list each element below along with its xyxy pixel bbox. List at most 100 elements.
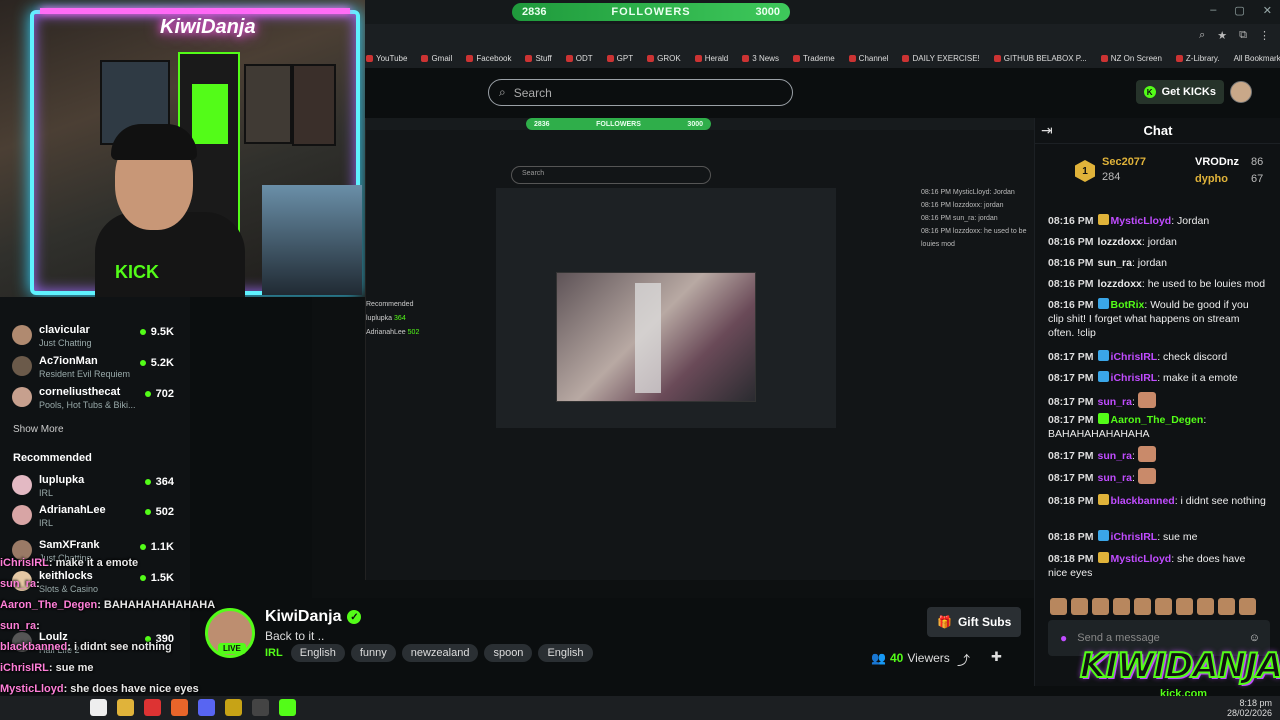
- message-user[interactable]: MysticLloyd: [1111, 553, 1172, 565]
- tag[interactable]: English: [538, 644, 593, 662]
- message-user[interactable]: sun_ra: [1098, 450, 1132, 462]
- all-bookmarks[interactable]: All Bookmarks: [1234, 54, 1280, 63]
- bookmark-item[interactable]: Channel: [848, 54, 888, 63]
- share-icon[interactable]: ⤴: [957, 650, 970, 669]
- close-icon[interactable]: ✕: [1263, 4, 1272, 17]
- bookmark-item[interactable]: Z-Library.: [1175, 54, 1220, 63]
- bookmark-item[interactable]: Gmail: [421, 54, 452, 63]
- message-user[interactable]: MysticLloyd: [1111, 215, 1172, 227]
- bookmark-item[interactable]: Facebook: [466, 54, 511, 63]
- message-user[interactable]: iChrisIRL: [1111, 531, 1158, 543]
- sidebar-channel[interactable]: corneliusthecat Pools, Hot Tubs & Biki...…: [12, 384, 182, 418]
- video-player[interactable]: 2836 FOLLOWERS 3000 Search Recommended lup…: [312, 118, 1034, 598]
- brave-icon[interactable]: [171, 699, 188, 716]
- search-input[interactable]: ⌕ Search: [488, 79, 793, 106]
- tag[interactable]: spoon: [484, 644, 533, 662]
- emote-icon[interactable]: [1197, 598, 1214, 615]
- bookmark-item[interactable]: GPT: [606, 54, 633, 63]
- emote-icon[interactable]: [1218, 598, 1235, 615]
- message-user[interactable]: blackbanned: [1111, 495, 1175, 507]
- sidebar-channel[interactable]: clavicular Just Chatting 9.5K: [12, 322, 182, 356]
- tag[interactable]: English: [290, 644, 345, 662]
- bookmark-icon: [606, 54, 614, 62]
- gift-subs-button[interactable]: 🎁 Gift Subs: [927, 607, 1022, 637]
- emote-icon[interactable]: [1155, 598, 1172, 615]
- maximize-icon[interactable]: ▢: [1234, 4, 1244, 17]
- channel-avatar: [12, 356, 32, 376]
- message-text: : Jordan: [1171, 215, 1210, 227]
- bookmark-icon: [848, 54, 856, 62]
- sidebar-channel[interactable]: luplupka IRL 364: [12, 472, 182, 506]
- message-user[interactable]: lozzdoxx: [1098, 278, 1142, 290]
- message-user[interactable]: iChrisIRL: [1111, 351, 1158, 363]
- kick-icon[interactable]: [279, 699, 296, 716]
- leader-first-name[interactable]: Sec2077: [1102, 156, 1146, 168]
- emote-icon[interactable]: [1239, 598, 1256, 615]
- chat-message: 08:16 PM sun_ra: jordan: [1048, 256, 1266, 270]
- bookmark-item[interactable]: YouTube: [366, 54, 407, 63]
- bookmark-item[interactable]: ODT: [565, 54, 593, 63]
- emote-icon[interactable]: [1113, 598, 1130, 615]
- emote-icon[interactable]: [1092, 598, 1109, 615]
- bookmark-item[interactable]: DAILY EXERCISE!: [902, 54, 980, 63]
- chrome-icon[interactable]: [144, 699, 161, 716]
- bookmark-item[interactable]: Herald: [694, 53, 729, 63]
- user-avatar[interactable]: [1230, 81, 1252, 103]
- message-user[interactable]: sun_ra: [1098, 396, 1132, 408]
- message-time: 08:18 PM: [1048, 531, 1094, 543]
- tag[interactable]: funny: [350, 644, 396, 662]
- sidebar-channel[interactable]: AdrianahLee IRL 502: [12, 502, 182, 536]
- get-kicks-button[interactable]: K Get KICKs: [1135, 80, 1224, 104]
- message-text: :: [1131, 396, 1135, 408]
- bookmark-label: GROK: [657, 53, 681, 63]
- tag[interactable]: newzealand: [401, 644, 479, 662]
- bookmark-item[interactable]: Trademe: [792, 53, 835, 63]
- follow-icon[interactable]: ✚: [991, 649, 1002, 665]
- message-user[interactable]: BotRix: [1111, 299, 1145, 311]
- bookmark-item[interactable]: Stuff: [525, 54, 552, 63]
- message-user[interactable]: lozzdoxx: [1098, 236, 1142, 248]
- message-user[interactable]: sun_ra: [1098, 472, 1132, 484]
- channel-name[interactable]: KiwiDanja: [265, 608, 341, 626]
- star-icon[interactable]: ★: [1217, 29, 1227, 42]
- search-taskbar-icon[interactable]: [90, 699, 107, 716]
- emote-icon[interactable]: [1050, 598, 1067, 615]
- bookmark-label: Herald: [704, 53, 729, 63]
- search-placeholder: Search: [513, 85, 552, 100]
- chat-message: 08:16 PM lozzdoxx: jordan: [1048, 235, 1266, 249]
- terminal-icon[interactable]: [252, 699, 269, 716]
- kick-coin-icon: K: [1143, 86, 1156, 98]
- overlay-chat-text: : make it a emote: [48, 557, 139, 569]
- mic-icon[interactable]: ●: [1060, 631, 1067, 645]
- bookmark-item[interactable]: GITHUB BELABOX P...: [993, 54, 1087, 63]
- message-user[interactable]: sun_ra: [1098, 257, 1132, 269]
- message-user[interactable]: iChrisIRL: [1111, 372, 1158, 384]
- badge-icon: [1097, 494, 1109, 505]
- channel-avatar: [12, 505, 32, 525]
- channel-avatar: [12, 325, 32, 345]
- bookmark-item[interactable]: GROK: [647, 54, 681, 63]
- bookmark-label: NZ On Screen: [1110, 53, 1162, 63]
- bookmark-item[interactable]: 3 News: [742, 54, 779, 63]
- extensions-icon[interactable]: ⧉: [1239, 29, 1247, 42]
- overlay-chat-line: iChrisIRL: sue me: [0, 658, 270, 679]
- sidebar-channel[interactable]: Ac7ionMan Resident Evil Requiem 5.2K: [12, 353, 182, 387]
- bookmark-label: Trademe: [802, 53, 835, 63]
- emote-icon[interactable]: [1176, 598, 1193, 615]
- leader-second-name[interactable]: VRODnz: [1195, 156, 1239, 168]
- emote-icon[interactable]: [1071, 598, 1088, 615]
- show-more-button[interactable]: Show More: [13, 424, 64, 435]
- bookmark-item[interactable]: NZ On Screen: [1100, 53, 1162, 63]
- emote-icon: [1137, 392, 1156, 408]
- emote-icon[interactable]: [1134, 598, 1151, 615]
- leader-third-name[interactable]: dypho: [1195, 173, 1228, 185]
- folder-icon[interactable]: [117, 699, 134, 716]
- zoom-icon[interactable]: ⌕: [1199, 29, 1205, 42]
- minimize-icon[interactable]: –: [1210, 4, 1216, 17]
- app-icon[interactable]: [225, 699, 242, 716]
- message-text: : check discord: [1157, 351, 1228, 363]
- menu-icon[interactable]: ⋮: [1259, 29, 1270, 42]
- message-user[interactable]: Aaron_The_Degen: [1111, 414, 1204, 426]
- discord-icon[interactable]: [198, 699, 215, 716]
- nested-followers-bar: 2836 FOLLOWERS 3000: [526, 118, 711, 130]
